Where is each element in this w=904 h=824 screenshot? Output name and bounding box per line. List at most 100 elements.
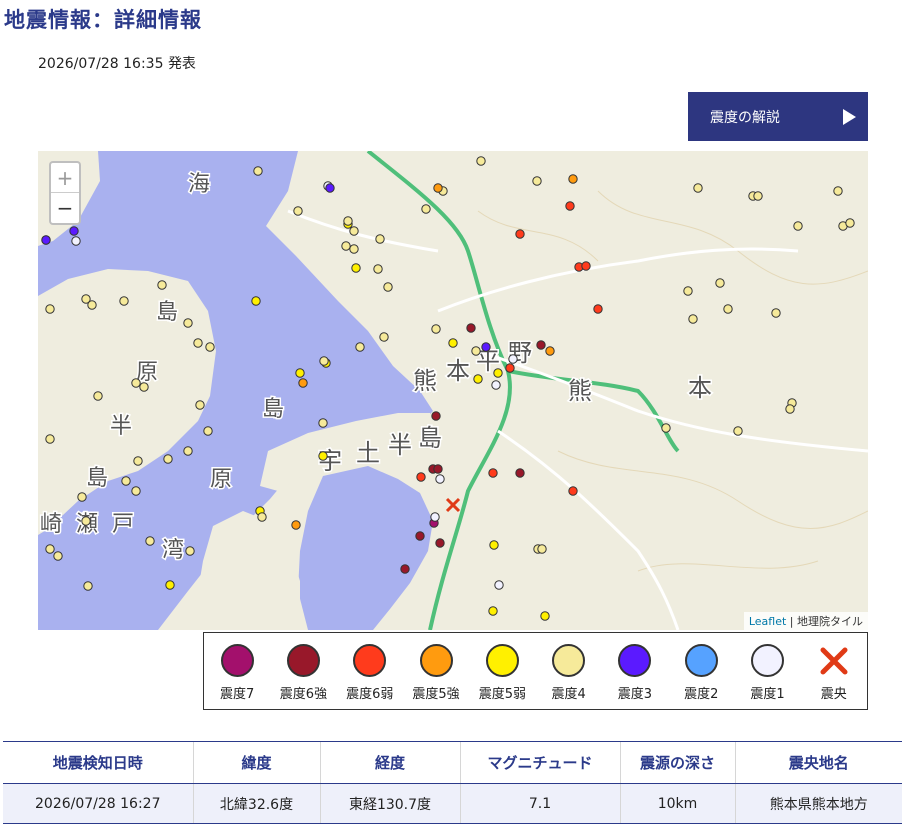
intensity-marker[interactable] xyxy=(257,512,267,522)
intensity-marker[interactable] xyxy=(540,611,550,621)
intensity-marker[interactable] xyxy=(771,308,781,318)
intensity-marker[interactable] xyxy=(430,512,440,522)
zoom-out-button[interactable]: − xyxy=(51,193,79,223)
intensity-marker[interactable] xyxy=(488,606,498,616)
intensity-marker[interactable] xyxy=(466,323,476,333)
intensity-marker[interactable] xyxy=(661,423,671,433)
intensity-marker[interactable] xyxy=(139,382,149,392)
intensity-marker[interactable] xyxy=(293,206,303,216)
intensity-marker[interactable] xyxy=(421,204,431,214)
intensity-marker[interactable] xyxy=(253,166,263,176)
leaflet-link[interactable]: Leaflet xyxy=(749,615,786,628)
intensity-marker[interactable] xyxy=(165,580,175,590)
intensity-marker[interactable] xyxy=(515,468,525,478)
intensity-guide-button[interactable]: 震度の解説 xyxy=(688,92,868,141)
intensity-marker[interactable] xyxy=(488,468,498,478)
intensity-marker[interactable] xyxy=(298,378,308,388)
intensity-marker[interactable] xyxy=(45,544,55,554)
intensity-marker[interactable] xyxy=(203,426,213,436)
intensity-marker[interactable] xyxy=(319,356,329,366)
intensity-marker[interactable] xyxy=(83,581,93,591)
intensity-marker[interactable] xyxy=(77,492,87,502)
intensity-marker[interactable] xyxy=(545,346,555,356)
intensity-marker[interactable] xyxy=(81,516,91,526)
intensity-marker[interactable] xyxy=(157,280,167,290)
intensity-marker[interactable] xyxy=(351,263,361,273)
intensity-marker[interactable] xyxy=(205,342,215,352)
intensity-marker[interactable] xyxy=(415,531,425,541)
intensity-marker[interactable] xyxy=(355,342,365,352)
intensity-marker[interactable] xyxy=(343,216,353,226)
intensity-marker[interactable] xyxy=(133,456,143,466)
intensity-marker[interactable] xyxy=(325,183,335,193)
intensity-marker[interactable] xyxy=(435,474,445,484)
intensity-marker[interactable] xyxy=(375,234,385,244)
intensity-marker[interactable] xyxy=(183,318,193,328)
intensity-marker[interactable] xyxy=(448,338,458,348)
intensity-marker[interactable] xyxy=(45,304,55,314)
intensity-marker[interactable] xyxy=(87,300,97,310)
intensity-marker[interactable] xyxy=(400,564,410,574)
intensity-marker[interactable] xyxy=(379,332,389,342)
intensity-marker[interactable] xyxy=(318,451,328,461)
zoom-in-button[interactable]: + xyxy=(51,163,79,193)
intensity-marker[interactable] xyxy=(845,218,855,228)
intensity-marker[interactable] xyxy=(683,286,693,296)
earthquake-map[interactable]: 海島原半島崎瀬戸島原湾宇土半島熊本平野熊本 + − Leaflet | 地理院タ… xyxy=(38,151,868,630)
intensity-marker[interactable] xyxy=(71,236,81,246)
intensity-marker[interactable] xyxy=(416,472,426,482)
intensity-marker[interactable] xyxy=(318,418,328,428)
intensity-marker[interactable] xyxy=(93,391,103,401)
intensity-marker[interactable] xyxy=(251,296,261,306)
intensity-marker[interactable] xyxy=(793,221,803,231)
gsi-tile-link[interactable]: 地理院タイル xyxy=(797,615,863,628)
intensity-marker[interactable] xyxy=(119,296,129,306)
intensity-marker[interactable] xyxy=(295,368,305,378)
intensity-marker[interactable] xyxy=(471,346,481,356)
intensity-marker[interactable] xyxy=(435,538,445,548)
intensity-marker[interactable] xyxy=(723,304,733,314)
intensity-marker[interactable] xyxy=(785,404,795,414)
intensity-marker[interactable] xyxy=(693,183,703,193)
intensity-marker[interactable] xyxy=(688,314,698,324)
intensity-marker[interactable] xyxy=(145,536,155,546)
intensity-marker[interactable] xyxy=(41,235,51,245)
intensity-marker[interactable] xyxy=(833,186,843,196)
intensity-marker[interactable] xyxy=(45,434,55,444)
intensity-marker[interactable] xyxy=(489,540,499,550)
intensity-marker[interactable] xyxy=(473,374,483,384)
intensity-marker[interactable] xyxy=(383,282,393,292)
intensity-marker[interactable] xyxy=(373,264,383,274)
zoom-control[interactable]: + − xyxy=(49,161,81,225)
intensity-marker[interactable] xyxy=(733,426,743,436)
intensity-marker[interactable] xyxy=(476,156,486,166)
intensity-marker[interactable] xyxy=(185,546,195,556)
intensity-marker[interactable] xyxy=(593,304,603,314)
intensity-marker[interactable] xyxy=(715,278,725,288)
intensity-marker[interactable] xyxy=(515,229,525,239)
intensity-marker[interactable] xyxy=(532,176,542,186)
intensity-marker[interactable] xyxy=(508,354,518,364)
intensity-marker[interactable] xyxy=(433,464,443,474)
intensity-marker[interactable] xyxy=(433,183,443,193)
intensity-marker[interactable] xyxy=(131,378,141,388)
intensity-marker[interactable] xyxy=(341,241,351,251)
intensity-marker[interactable] xyxy=(537,544,547,554)
intensity-marker[interactable] xyxy=(193,338,203,348)
intensity-marker[interactable] xyxy=(349,226,359,236)
intensity-marker[interactable] xyxy=(431,324,441,334)
intensity-marker[interactable] xyxy=(581,261,591,271)
map-canvas[interactable]: 海島原半島崎瀬戸島原湾宇土半島熊本平野熊本 xyxy=(38,151,868,630)
intensity-marker[interactable] xyxy=(481,342,491,352)
intensity-marker[interactable] xyxy=(195,400,205,410)
intensity-marker[interactable] xyxy=(121,476,131,486)
intensity-marker[interactable] xyxy=(536,340,546,350)
intensity-marker[interactable] xyxy=(753,191,763,201)
intensity-marker[interactable] xyxy=(131,486,141,496)
intensity-marker[interactable] xyxy=(69,226,79,236)
intensity-marker[interactable] xyxy=(565,201,575,211)
intensity-marker[interactable] xyxy=(494,580,504,590)
intensity-marker[interactable] xyxy=(493,368,503,378)
intensity-marker[interactable] xyxy=(53,551,63,561)
intensity-marker[interactable] xyxy=(568,486,578,496)
